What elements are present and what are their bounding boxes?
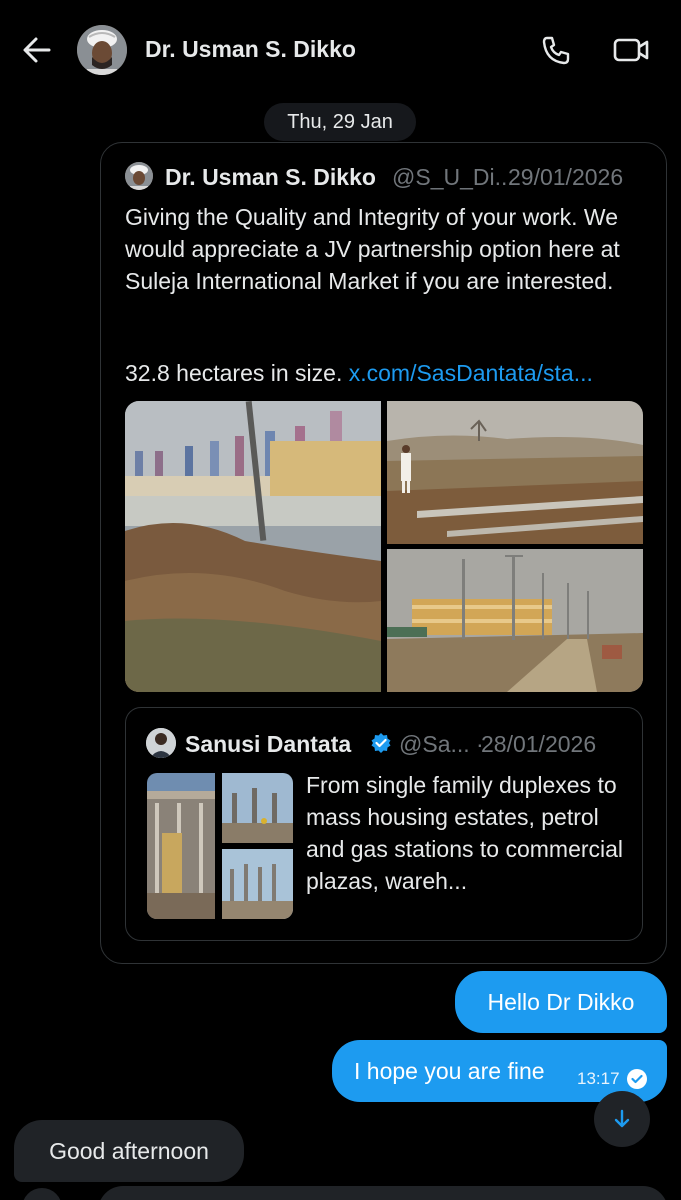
post-text-line2: 32.8 hectares in size. x.com/SasDantata/… <box>125 357 593 389</box>
message-text: Hello Dr Dikko <box>487 988 635 1015</box>
post-image-2[interactable] <box>387 401 643 544</box>
message-input[interactable] <box>98 1186 668 1200</box>
arrow-down-icon <box>614 1109 630 1128</box>
verified-badge-icon <box>370 732 392 754</box>
call-button[interactable] <box>540 34 572 66</box>
post-image-3[interactable] <box>387 549 643 692</box>
video-call-button[interactable] <box>612 34 650 66</box>
quoted-image-2[interactable] <box>222 773 293 843</box>
quoted-image-1[interactable] <box>147 773 215 919</box>
message-bubble-out[interactable]: Hello Dr Dikko <box>455 971 667 1033</box>
post-size-text: 32.8 hectares in size. <box>125 360 349 386</box>
quoted-author-avatar <box>146 728 176 758</box>
video-camera-icon <box>613 38 649 62</box>
quoted-date: 28/01/2026 <box>481 731 597 757</box>
message-text: Good afternoon <box>49 1137 209 1164</box>
quoted-author-name: Sanusi Dantata <box>185 731 352 757</box>
contact-name[interactable]: Dr. Usman S. Dikko <box>145 36 356 63</box>
message-time: 13:17 <box>577 1069 620 1088</box>
quoted-handle-text: @Sa... <box>399 731 470 757</box>
message-text: I hope you are fine <box>354 1057 545 1084</box>
post-date: 29/01/2026 <box>508 164 624 190</box>
quoted-post-text: From single family duplexes to mass hous… <box>306 772 624 894</box>
back-button[interactable] <box>20 33 54 67</box>
quoted-post-card[interactable]: Sanusi Dantata @Sa... · 28/01/2026 From … <box>125 707 643 941</box>
post-author-handle: @S_U_Di... <box>392 164 514 190</box>
post-image-1[interactable] <box>125 401 381 692</box>
arrow-left-icon <box>23 37 51 63</box>
post-link[interactable]: x.com/SasDantata/sta... <box>349 360 593 386</box>
composer-add-button[interactable] <box>22 1188 62 1200</box>
quoted-image-3[interactable] <box>222 849 293 919</box>
message-bubble-in[interactable]: Good afternoon <box>14 1120 244 1182</box>
check-circle-icon <box>626 1068 648 1090</box>
phone-icon <box>542 36 570 65</box>
scroll-to-bottom-button[interactable] <box>594 1091 650 1147</box>
avatar[interactable] <box>77 25 127 75</box>
post-author-avatar <box>125 162 153 190</box>
shared-post-card[interactable]: Dr. Usman S. Dikko @S_U_Di... 29/01/2026… <box>100 142 667 964</box>
post-author-name: Dr. Usman S. Dikko <box>165 164 376 190</box>
quoted-author-handle: @Sa... · <box>399 731 484 758</box>
date-separator: Thu, 29 Jan <box>264 103 416 141</box>
post-text: Giving the Quality and Integrity of your… <box>125 204 627 294</box>
chat-header: Dr. Usman S. Dikko <box>0 0 681 100</box>
